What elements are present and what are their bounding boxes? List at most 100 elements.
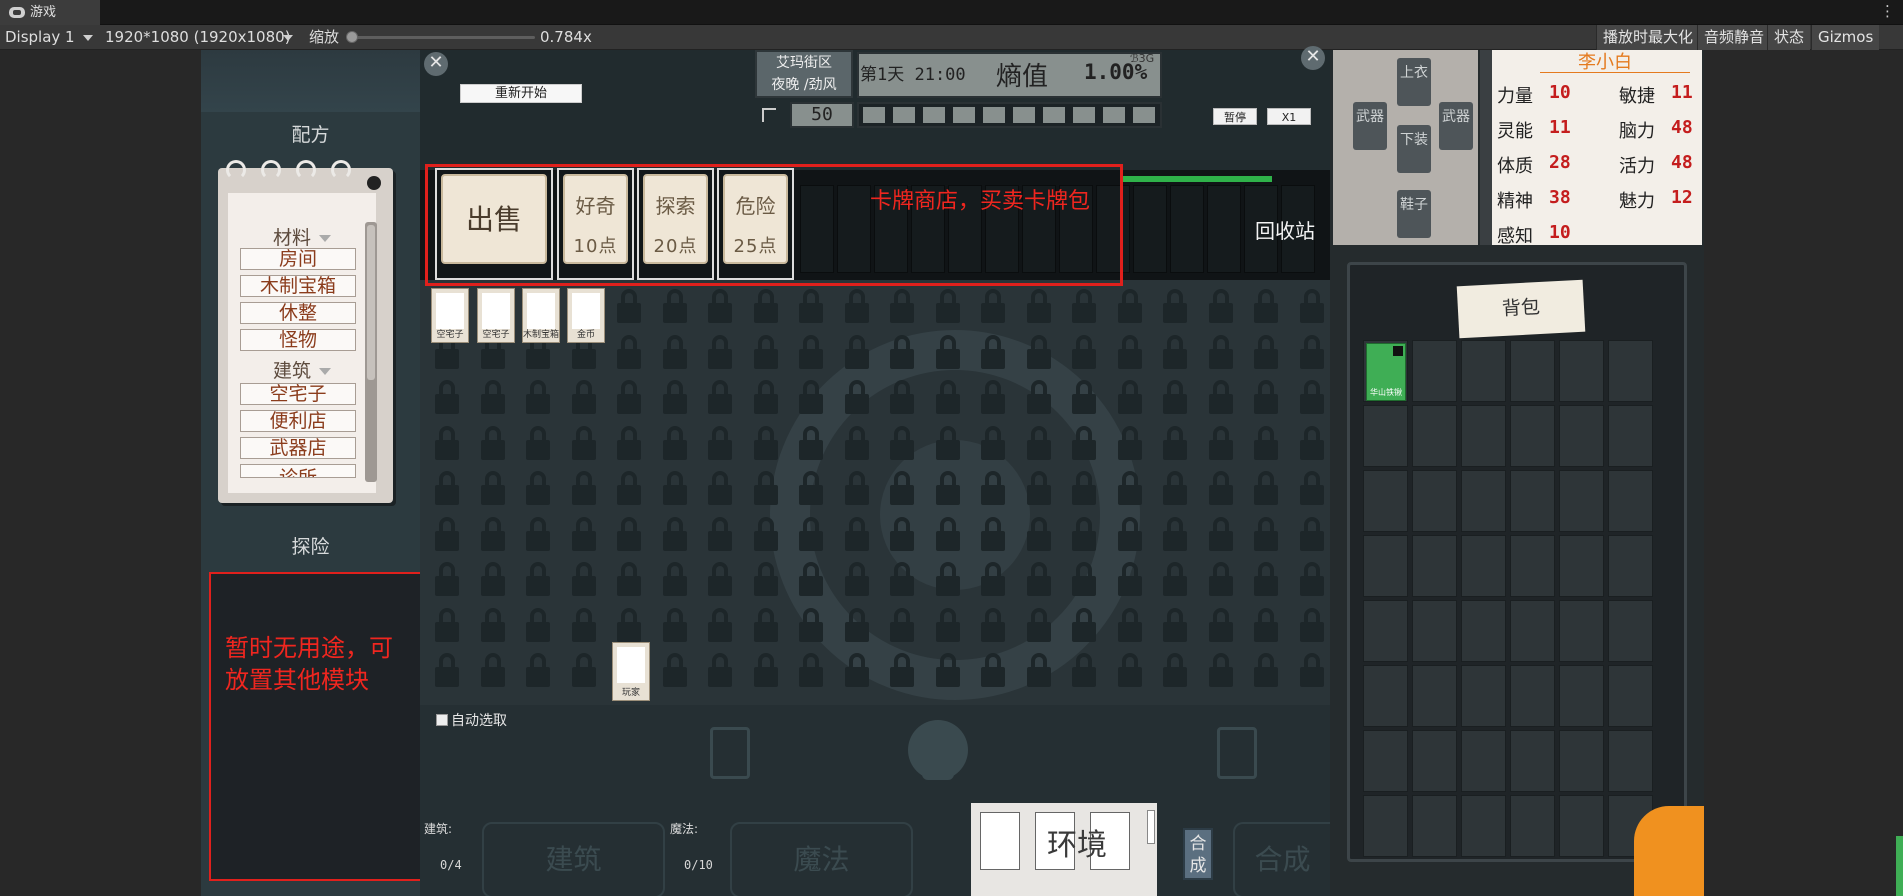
magic-slot[interactable]: 魔法	[730, 822, 913, 896]
backpack-slot[interactable]	[1363, 665, 1408, 727]
backpack-slot[interactable]	[1559, 600, 1604, 662]
close-icon[interactable]: ✕	[424, 52, 448, 76]
backpack-slot[interactable]	[1510, 470, 1555, 532]
deck-card[interactable]: 空宅子	[477, 288, 515, 343]
player-card[interactable]: 玩家	[612, 642, 650, 701]
backpack-slot[interactable]	[1608, 405, 1653, 467]
backpack-slot[interactable]	[1608, 600, 1653, 662]
backpack-slot[interactable]	[1559, 405, 1604, 467]
backpack-item[interactable]: 华山铁锹	[1366, 343, 1406, 401]
backpack-slot[interactable]	[1559, 665, 1604, 727]
recycle-bin[interactable]: 回收站	[1255, 215, 1315, 244]
deck-card[interactable]: 空宅子	[431, 288, 469, 343]
backpack-slot[interactable]	[1363, 535, 1408, 597]
close-icon[interactable]: ✕	[1301, 46, 1325, 70]
backpack-slot[interactable]	[1461, 665, 1506, 727]
backpack-slot[interactable]	[1412, 470, 1457, 532]
backpack-slot[interactable]	[1510, 340, 1555, 402]
backpack-slot[interactable]	[1363, 795, 1408, 857]
backpack-slot[interactable]	[1363, 600, 1408, 662]
scale-slider-track[interactable]	[350, 36, 535, 39]
backpack-slot[interactable]	[1510, 405, 1555, 467]
backpack-slot[interactable]	[1608, 340, 1653, 402]
recipe-item[interactable]: 便利店	[240, 410, 356, 432]
backpack-slot[interactable]	[1559, 470, 1604, 532]
backpack-slot[interactable]	[1510, 535, 1555, 597]
more-options-icon[interactable]: ⋮	[1880, 2, 1895, 20]
backpack-slot[interactable]	[1510, 730, 1555, 792]
autopick-checkbox[interactable]	[436, 714, 448, 726]
maximize-on-play-toggle[interactable]: 播放时最大化	[1596, 25, 1700, 50]
recipe-item[interactable]: 木制宝箱	[240, 275, 356, 297]
lock-icon	[1156, 604, 1194, 648]
backpack-slot[interactable]	[1510, 795, 1555, 857]
equip-slot-bottom[interactable]: 下装	[1397, 125, 1431, 173]
caret-down-icon	[319, 368, 331, 375]
environment-card[interactable]	[980, 812, 1020, 870]
lock-icon	[1065, 649, 1103, 693]
backpack-slot[interactable]	[1608, 730, 1653, 792]
backpack-slot[interactable]	[1461, 600, 1506, 662]
backpack-slot[interactable]	[1412, 405, 1457, 467]
display-dropdown[interactable]: Display 1	[5, 25, 75, 50]
building-slot[interactable]: 建筑	[482, 822, 665, 896]
backpack-slot[interactable]	[1510, 600, 1555, 662]
recipe-item[interactable]: 诊所	[240, 464, 356, 478]
backpack-slot[interactable]	[1559, 535, 1604, 597]
backpack-slot[interactable]	[1412, 600, 1457, 662]
environment-scrollbar[interactable]	[1147, 810, 1155, 844]
backpack-slot[interactable]	[1461, 795, 1506, 857]
lock-icon	[974, 285, 1012, 329]
recipe-item[interactable]: 空宅子	[240, 383, 356, 405]
equip-slot-weapon-left[interactable]: 武器	[1353, 102, 1387, 150]
backpack-slot[interactable]	[1461, 405, 1506, 467]
backpack-slot[interactable]	[1608, 665, 1653, 727]
lock-icon	[1293, 285, 1331, 329]
equip-slot-shoes[interactable]: 鞋子	[1397, 190, 1431, 238]
backpack-slot[interactable]	[1461, 730, 1506, 792]
recipe-item[interactable]: 房间	[240, 248, 356, 270]
backpack-slot[interactable]	[1412, 535, 1457, 597]
equip-slot-weapon-right[interactable]: 武器	[1439, 102, 1473, 150]
backpack-slot[interactable]	[1608, 470, 1653, 532]
lock-icon	[792, 558, 830, 602]
craft-slot[interactable]: 合成	[1233, 822, 1330, 896]
lock-icon	[1020, 331, 1058, 375]
recipe-item[interactable]: 武器店	[240, 437, 356, 459]
backpack-slot[interactable]	[1559, 795, 1604, 857]
restart-button[interactable]: 重新开始	[460, 84, 582, 103]
deck-card[interactable]: 金币	[567, 288, 605, 343]
stat-value: 10	[1549, 82, 1571, 103]
deck-card[interactable]: 木制宝箱	[522, 288, 560, 343]
resolution-dropdown[interactable]: 1920*1080 (1920x1080)	[105, 25, 291, 50]
scale-slider-handle[interactable]	[346, 31, 358, 43]
craft-button[interactable]: 合成	[1183, 828, 1213, 880]
backpack-slot[interactable]	[1363, 470, 1408, 532]
recipe-item[interactable]: 怪物	[240, 329, 356, 351]
backpack-slot[interactable]	[1412, 665, 1457, 727]
recipe-category-buildings[interactable]: 建筑	[228, 356, 376, 383]
backpack-slot[interactable]	[1559, 730, 1604, 792]
equip-slot-top[interactable]: 上衣	[1397, 58, 1431, 106]
backpack-slot[interactable]	[1608, 535, 1653, 597]
backpack-slot[interactable]	[1559, 340, 1604, 402]
backpack-slot[interactable]	[1510, 665, 1555, 727]
mute-audio-toggle[interactable]: 音频静音	[1697, 25, 1771, 50]
recipe-scrollbar-thumb[interactable]	[367, 225, 375, 380]
gizmos-dropdown[interactable]: Gizmos	[1811, 25, 1880, 50]
game-tab[interactable]: 游戏	[0, 0, 100, 25]
backpack-slot[interactable]	[1412, 795, 1457, 857]
backpack-slot[interactable]	[1412, 730, 1457, 792]
recipe-item[interactable]: 休整	[240, 302, 356, 324]
backpack-slot[interactable]	[1363, 405, 1408, 467]
speed-button[interactable]: X1	[1267, 108, 1311, 125]
backpack-slot[interactable]	[1412, 340, 1457, 402]
backpack-slot[interactable]	[1461, 340, 1506, 402]
pause-button[interactable]: 暂停	[1213, 108, 1257, 125]
backpack-slot[interactable]	[1363, 730, 1408, 792]
recipe-category-materials[interactable]: 材料	[228, 223, 376, 250]
lock-icon	[656, 422, 694, 466]
backpack-slot[interactable]	[1461, 535, 1506, 597]
backpack-slot[interactable]	[1461, 470, 1506, 532]
stats-toggle[interactable]: 状态	[1767, 25, 1811, 50]
